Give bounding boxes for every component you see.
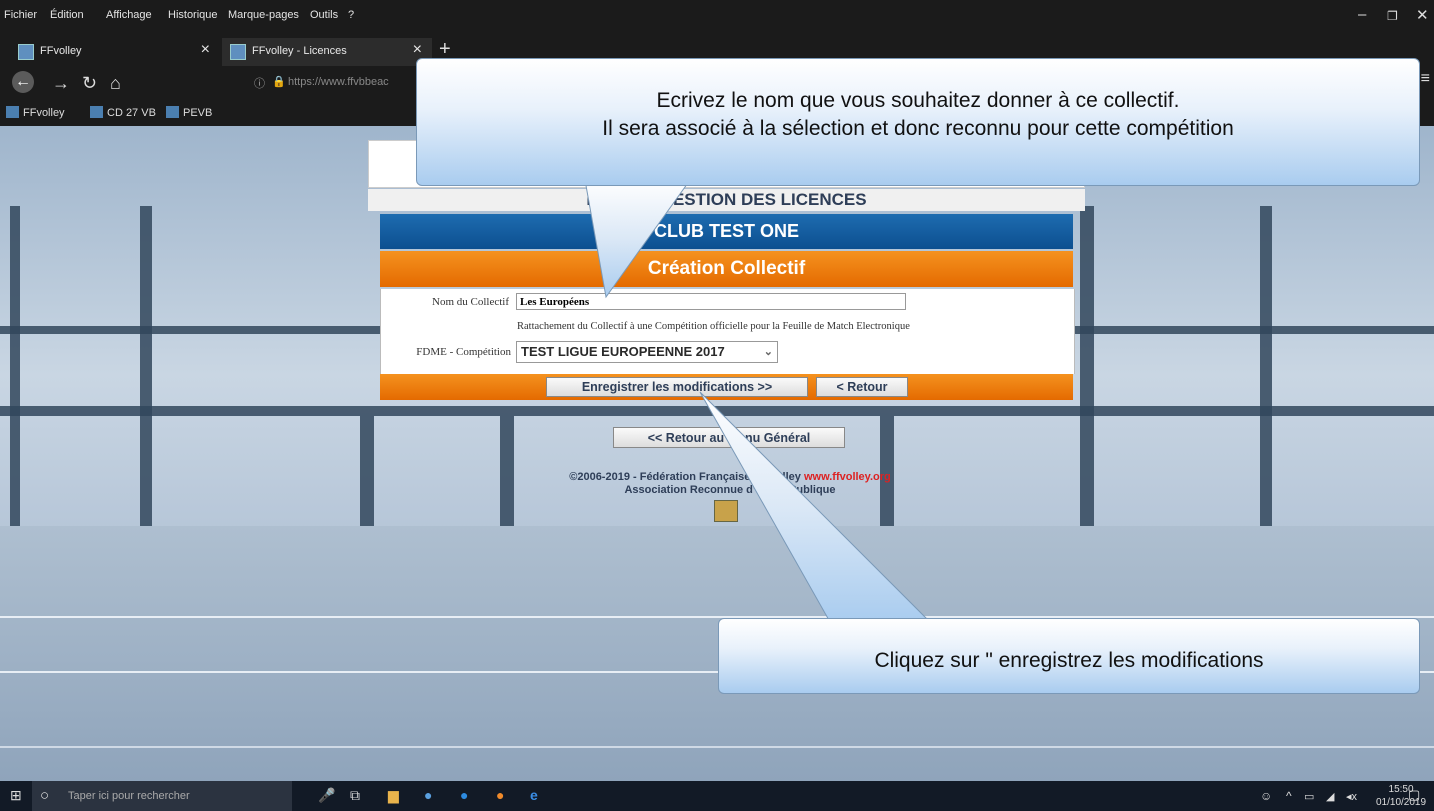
windows-start-icon[interactable]: ⊞ [10,787,22,804]
file-explorer-icon[interactable]: ▆ [388,787,399,804]
skype-icon[interactable]: ● [460,787,468,803]
search-placeholder: Taper ici pour rechercher [68,790,190,802]
people-icon[interactable]: ☺ [1260,789,1272,803]
network-icon[interactable]: ◢ [1326,790,1334,803]
notification-icon[interactable]: ▢ [1408,787,1420,803]
bottom-callout-pointer [699,391,932,623]
top-callout: Ecrivez le nom que vous souhaitez donner… [416,58,1420,186]
cortana-icon: ○ [40,787,50,804]
volume-icon[interactable]: ◂x [1346,790,1357,803]
edge-icon[interactable]: e [530,787,538,803]
thunderbird-icon[interactable]: ● [424,787,432,803]
task-view-icon[interactable]: ⧉ [350,787,360,804]
taskbar-search[interactable]: ○ Taper ici pour rechercher [32,781,292,811]
tray-chevron-icon[interactable]: ^ [1286,789,1292,803]
callout-text: Cliquez sur " enregistrez les modificati… [874,649,1264,672]
firefox-icon[interactable]: ● [496,787,504,803]
battery-icon[interactable]: ▭ [1304,790,1314,803]
bottom-callout: Cliquez sur " enregistrez les modificati… [718,618,1420,694]
microphone-icon[interactable]: 🎤 [318,787,335,804]
taskbar: ⊞ ○ Taper ici pour rechercher 🎤 ⧉ ▆ ● ● … [0,781,1434,811]
callout-line-1: Ecrivez le nom que vous souhaitez donner… [656,89,1180,112]
callout-line-2: Il sera associé à la sélection et donc r… [602,117,1234,140]
top-callout-pointer [584,179,691,299]
